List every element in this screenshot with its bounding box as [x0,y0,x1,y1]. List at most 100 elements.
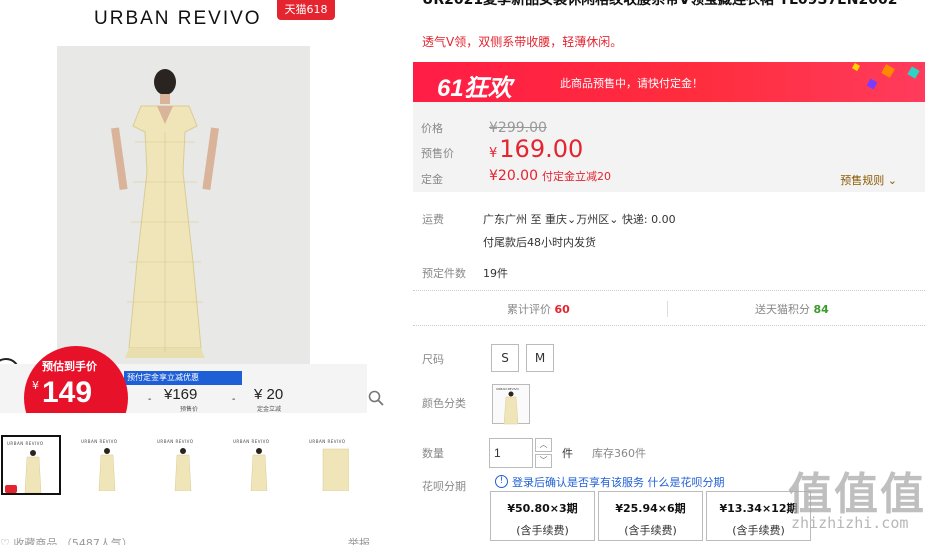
thumbnail-brand: URBAN REVIVO [7,441,44,446]
reviews-link[interactable]: 累计评价 60 [507,301,570,317]
thumbnail-brand: URBAN REVIVO [157,439,194,444]
quantity-input[interactable] [489,438,533,468]
huabei-label: 花呗分期 [422,480,466,493]
thumbnail-4[interactable]: URBAN REVIVO [229,435,289,495]
product-gallery: URBAN REVIVO 天猫618 预付定金享立减优惠 预估到手价 ¥ 149… [0,0,392,545]
quantity-decrease-button[interactable]: ﹀ [535,454,552,468]
brand-logo: URBAN REVIVO [94,8,262,29]
deposit-label: 定金 [421,173,443,186]
thumbnail-dress-icon [174,448,192,491]
ratings-divider [667,301,668,317]
thumbnail-dress-icon [322,448,349,491]
deposit-discount-tag: 预付定金享立减优惠 [124,371,242,385]
price-label: 价格 [421,122,443,135]
shipping-route: 广东广州 至 重庆⌄万州区⌄ 快递: 0.00 [483,211,676,227]
price-box: 价格 ¥299.00 预售价 ¥169.00 定金 ¥20.00 付定金立减20 … [413,102,925,192]
thumbnail-dress-icon [24,450,42,493]
installment-option-6[interactable]: ¥25.94×6期 (含手续费) [598,491,703,541]
confetti-decoration [866,78,878,90]
size-label: 尺码 [422,353,444,366]
promo-banner-text: 此商品预售中，请快付定金！ [560,77,703,90]
color-option-thumbnail[interactable]: URBAN REVIVO [492,384,530,425]
confetti-decoration [907,66,920,79]
shipping-from: 广东广州 [483,213,527,226]
huabei-note: 登录后确认是否享有该服务 什么是花呗分期 [512,474,725,490]
favorite-link[interactable]: ♡ 收藏商品 （5487人气） [0,535,133,545]
shipping-district: 万州区 [576,213,610,226]
chevron-down-icon: ⌄ [887,174,897,187]
estimated-price-value: 149 [42,376,93,409]
thumbnail-brand: URBAN REVIVO [309,439,346,444]
installment-fee: (含手续费) [516,524,569,537]
product-title: UR2021夏季新品女装休闲格纹收腰系带V领宝藏连衣裙 YL09S7EN2002 [422,0,898,8]
thumbnail-2[interactable]: URBAN REVIVO [77,435,137,495]
thumbnail-3[interactable]: URBAN REVIVO [153,435,213,495]
presale-currency: ¥ [489,146,498,161]
promo-presale-number: ¥169 [164,386,198,403]
shipping-express: 快递: 0.00 [621,213,676,226]
shipping-label: 运费 [422,213,444,226]
original-price: ¥299.00 [489,120,547,136]
installment-price: ¥50.80×3期 [507,502,578,515]
installment-fee: (含手续费) [624,524,677,537]
promo-minus-2: - [232,394,236,405]
thumbnail-dress-icon [98,448,116,491]
shipping-to-word: 至 [530,213,542,226]
installment-option-12[interactable]: ¥13.34×12期 (含手续费) [706,491,811,541]
report-link[interactable]: 举报 [348,535,370,545]
presale-label: 预售价 [421,147,454,160]
thumbnail-brand: URBAN REVIVO [233,439,270,444]
huabei-login-link[interactable]: 登录后确认是否享有该服务 [512,476,644,489]
installment-price: ¥13.34×12期 [719,502,798,515]
thumbnail-5[interactable]: URBAN REVIVO [305,435,365,495]
shipping-district-select[interactable]: 万州区⌄ [576,213,618,226]
shipping-city-select[interactable]: 重庆⌄ [545,213,576,226]
dress-thumbnail-icon [503,391,519,425]
deposit-value: ¥20.00 [489,168,538,184]
thumbnail-strip: URBAN REVIVO URBAN REVIVO URBAN REVIVO U… [0,435,392,497]
quantity-increase-button[interactable]: ︿ [535,438,552,452]
chevron-down-icon: ⌄ [567,213,577,226]
promo-61-logo: 61狂欢 [437,75,512,102]
thumbnail-1[interactable]: URBAN REVIVO [1,435,61,495]
shipping-city: 重庆 [545,213,567,226]
size-option-s[interactable]: S [491,344,519,372]
info-icon: ! [495,475,508,488]
deposit-note: 付定金立减20 [542,170,611,183]
preorder-count: 19件 [483,267,508,280]
shipping-time: 付尾款后48小时内发货 [483,236,596,249]
preorder-label: 预定件数 [422,267,466,280]
ratings-bar: 累计评价 60 送天猫积分 84 [413,290,925,326]
presale-rules-link[interactable]: 预售规则 ⌄ [840,172,897,188]
thumbnail-promo-mark [5,485,17,493]
stock-count: 库存360件 [592,447,646,460]
installment-fee: (含手续费) [732,524,785,537]
deposit-price: ¥20.00 付定金立减20 [489,168,611,184]
quantity-label: 数量 [422,447,444,460]
size-option-m[interactable]: M [526,344,554,372]
promo-61-banner: 61狂欢 此商品预售中，请快付定金！ [413,62,925,102]
reviews-label: 累计评价 [507,303,551,316]
promo-minus: - [148,394,152,405]
presale-price: ¥169.00 [489,135,583,163]
huabei-help-link[interactable]: 什么是花呗分期 [648,476,725,489]
points-count: 84 [813,303,829,316]
reviews-count: 60 [554,303,570,316]
installment-option-3[interactable]: ¥50.80×3期 (含手续费) [490,491,595,541]
thumbnail-brand: URBAN REVIVO [81,439,118,444]
installment-price: ¥25.94×6期 [615,502,686,515]
product-page: URBAN REVIVO 天猫618 预付定金享立减优惠 预估到手价 ¥ 149… [0,0,940,545]
points-label: 送天猫积分 [755,303,810,316]
zoom-icon[interactable] [368,390,384,406]
thumbnail-dress-icon [250,448,268,491]
tmall-618-badge: 天猫618 [277,0,335,20]
tmall-points: 送天猫积分 84 [755,301,829,317]
chevron-down-icon: ⌄ [609,213,619,226]
presale-rules-label: 预售规则 [840,174,885,187]
promo-deposit-sub: 定金立减 [257,407,282,413]
product-subtitle: 透气V领，双侧系带收腰，轻薄休闲。 [422,35,623,49]
quantity-unit: 件 [562,447,573,460]
confetti-decoration [881,64,895,78]
main-product-image[interactable]: URBAN REVIVO 天猫618 预付定金享立减优惠 预估到手价 ¥ 149… [0,0,392,413]
presale-value: 169.00 [499,135,584,163]
